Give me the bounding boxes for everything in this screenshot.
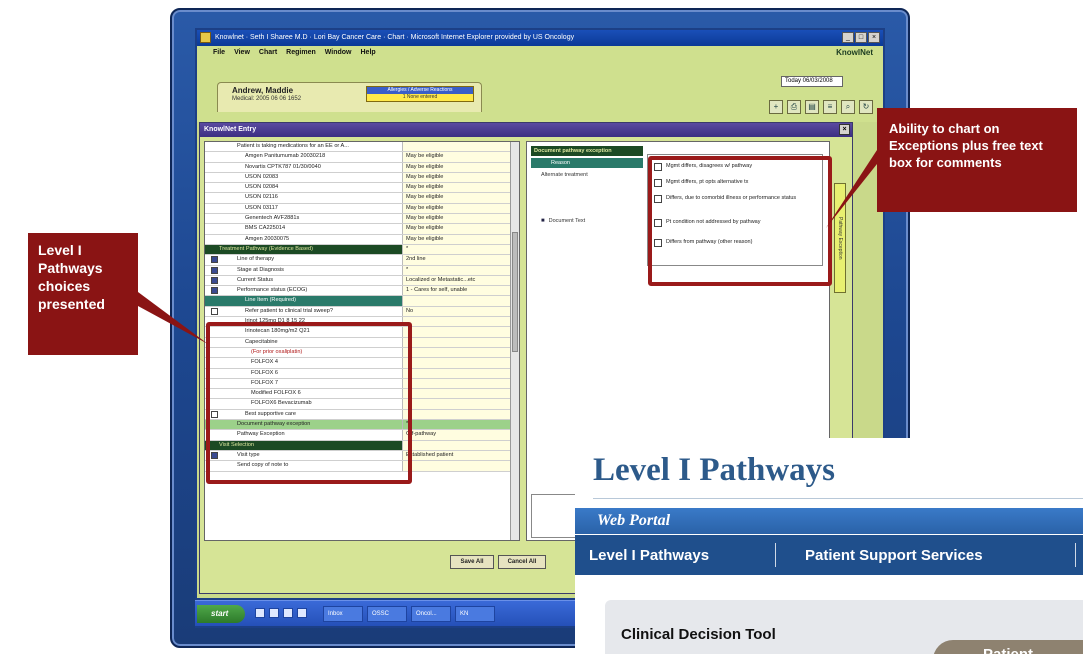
patient-pill-button[interactable]: Patient xyxy=(933,640,1083,654)
web-portal: Level I Pathways Web Portal Level I Path… xyxy=(575,438,1083,654)
nav-separator xyxy=(1075,543,1076,567)
nav-patient-support-services[interactable]: Patient Support Services xyxy=(805,547,983,564)
portal-web-title: Web Portal xyxy=(597,512,671,529)
portal-panel: Clinical Decision Tool Patient xyxy=(605,600,1083,654)
clinical-decision-tool-heading: Clinical Decision Tool xyxy=(621,626,776,643)
right-callout: Ability to chart on Exceptions plus free… xyxy=(877,108,1077,212)
slide: Knowlnet · Seth I Sharee M.D · Lori Bay … xyxy=(0,0,1083,654)
portal-nav: Level I Pathways Patient Support Service… xyxy=(575,535,1083,575)
nav-separator xyxy=(775,543,776,567)
portal-title: Level I Pathways xyxy=(593,452,835,488)
left-connector xyxy=(138,292,208,344)
portal-divider xyxy=(593,498,1083,499)
portal-webbar: Web Portal xyxy=(575,508,1083,534)
right-connector xyxy=(826,150,877,228)
left-callout: Level I Pathways choices presented xyxy=(28,233,138,355)
nav-level-i-pathways[interactable]: Level I Pathways xyxy=(589,547,709,564)
